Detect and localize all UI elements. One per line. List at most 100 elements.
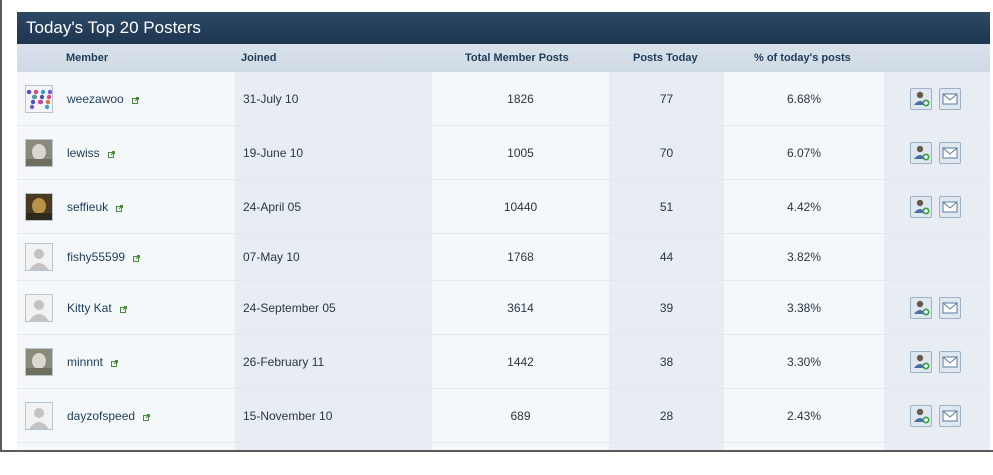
external-link-icon[interactable] [111,356,118,367]
joined-cell: 15-November 10 [235,389,432,442]
percent-of-today-cell: 3.30% [724,335,884,388]
posts-today-cell: 77 [609,72,724,125]
send-message-button[interactable] [939,142,961,164]
posts-today-value: 70 [659,145,674,160]
percent-of-today-cell: 3.82% [724,234,884,280]
actions-cell [884,126,990,179]
posts-today-value: 39 [659,300,674,315]
member-cell: Kitty Kat [17,281,235,334]
add-friend-button[interactable] [910,351,932,373]
total-posts-value: 10440 [503,199,538,214]
add-friend-button[interactable] [910,196,932,218]
member-avatar[interactable] [25,85,53,113]
percent-of-today-value: 3.82% [786,250,822,264]
member-cell: weezawoo [17,72,235,125]
joined-date: 19-June 10 [243,145,304,160]
member-name-link[interactable]: Kitty Kat [67,301,112,315]
percent-of-today-value: 2.43% [786,408,822,423]
actions-cell [884,180,990,233]
add-friend-button[interactable] [910,88,932,110]
member-name-link[interactable]: lewiss [67,146,100,160]
external-link-icon[interactable] [132,93,139,104]
joined-cell: 26-February 11 [235,335,432,388]
column-header-posts-today: Posts Today [633,52,698,64]
total-posts-value: 689 [510,408,531,423]
total-posts-cell: 10440 [432,180,609,233]
send-message-button[interactable] [939,405,961,427]
add-friend-button[interactable] [910,297,932,319]
member-avatar[interactable] [25,243,53,271]
external-link-icon[interactable] [133,251,140,262]
member-cell: fishy55599 [17,234,235,280]
external-link-icon[interactable] [116,201,123,212]
total-posts-cell [432,443,609,450]
table-row: dayzofspeed 15-November 10 689 28 2.43% [17,389,990,443]
member-name-link[interactable]: minnnt [67,355,103,369]
actions-cell [884,443,990,450]
member-avatar[interactable] [25,193,53,221]
actions-cell [884,234,990,280]
percent-of-today-cell: 6.68% [724,72,884,125]
joined-date: 07-May 10 [243,250,300,264]
joined-date: 26-February 11 [243,354,325,369]
column-header-member: Member [66,52,109,64]
member-name-link[interactable]: dayzofspeed [67,409,135,423]
member-name-link[interactable]: weezawoo [67,92,124,106]
member-name-link[interactable]: seffieuk [67,200,108,214]
send-message-icon [940,352,960,372]
percent-of-today-value: 4.42% [786,199,822,214]
member-avatar[interactable] [25,348,53,376]
add-friend-button[interactable] [910,405,932,427]
percent-of-today-cell: 4.42% [724,180,884,233]
posts-today-value: 28 [659,408,674,423]
member-cell: minnnt [17,335,235,388]
member-avatar[interactable] [25,139,53,167]
posts-today-cell: 70 [609,126,724,179]
send-message-button[interactable] [939,196,961,218]
member-avatar[interactable] [25,294,53,322]
joined-cell: 24-April 05 [235,180,432,233]
send-message-button[interactable] [939,297,961,319]
percent-of-today-value: 6.07% [786,145,822,160]
joined-cell: 07-May 10 [235,234,432,280]
total-posts-cell: 1826 [432,72,609,125]
send-message-button[interactable] [939,88,961,110]
send-message-icon [940,197,960,217]
table-row: lewiss 19-June 10 1005 70 6.07% [17,126,990,180]
window-bottom-border [0,450,993,452]
actions-cell [884,335,990,388]
send-message-icon [940,143,960,163]
column-header-row: Member Joined Total Member Posts Posts T… [17,44,990,72]
external-link-icon[interactable] [143,410,150,421]
send-message-button[interactable] [939,351,961,373]
poster-table: weezawoo 31-July 10 1826 77 6.68% lewiss 19-Ju… [17,72,990,450]
posts-today-value: 44 [659,250,674,264]
window-left-border [0,0,2,452]
joined-cell: 24-September 05 [235,281,432,334]
posts-today-value: 77 [659,91,674,106]
total-posts-cell: 1768 [432,234,609,280]
member-name-link[interactable]: fishy55599 [67,250,125,264]
posts-today-cell: 39 [609,281,724,334]
external-link-icon[interactable] [120,302,127,313]
column-header-joined: Joined [241,52,277,64]
posts-today-cell: 28 [609,389,724,442]
send-message-icon [940,298,960,318]
add-friend-icon [911,89,931,109]
add-friend-icon [911,143,931,163]
posts-today-cell: 38 [609,335,724,388]
member-cell [17,443,235,450]
percent-of-today-value: 3.30% [786,354,822,369]
joined-date: 31-July 10 [243,91,299,106]
percent-of-today-cell: 3.38% [724,281,884,334]
member-avatar[interactable] [25,402,53,430]
percent-of-today-value: 3.38% [786,300,822,315]
panel-title: Today's Top 20 Posters [17,12,990,44]
total-posts-value: 1005 [507,145,534,160]
total-posts-value: 3614 [507,300,534,315]
add-friend-button[interactable] [910,142,932,164]
posts-today-value: 51 [659,199,674,214]
external-link-icon[interactable] [108,147,115,158]
add-friend-icon [911,197,931,217]
table-row [17,443,990,450]
